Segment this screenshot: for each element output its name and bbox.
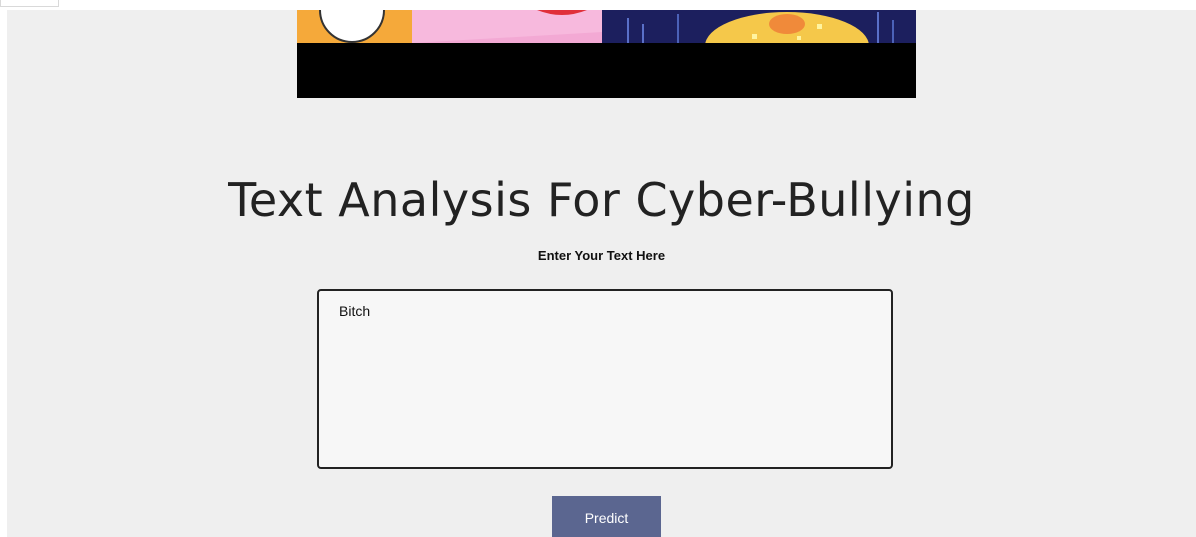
text-input-area[interactable]: Bitch [317, 289, 893, 469]
browser-corner-tab [0, 0, 59, 7]
banner-image [297, 10, 916, 98]
predict-button[interactable]: Predict [552, 496, 661, 537]
page-frame: Text Analysis For Cyber-Bullying Enter Y… [7, 10, 1196, 537]
text-input-label: Enter Your Text Here [537, 248, 666, 263]
banner-artwork [297, 10, 916, 43]
page-title: Text Analysis For Cyber-Bullying [228, 173, 975, 227]
